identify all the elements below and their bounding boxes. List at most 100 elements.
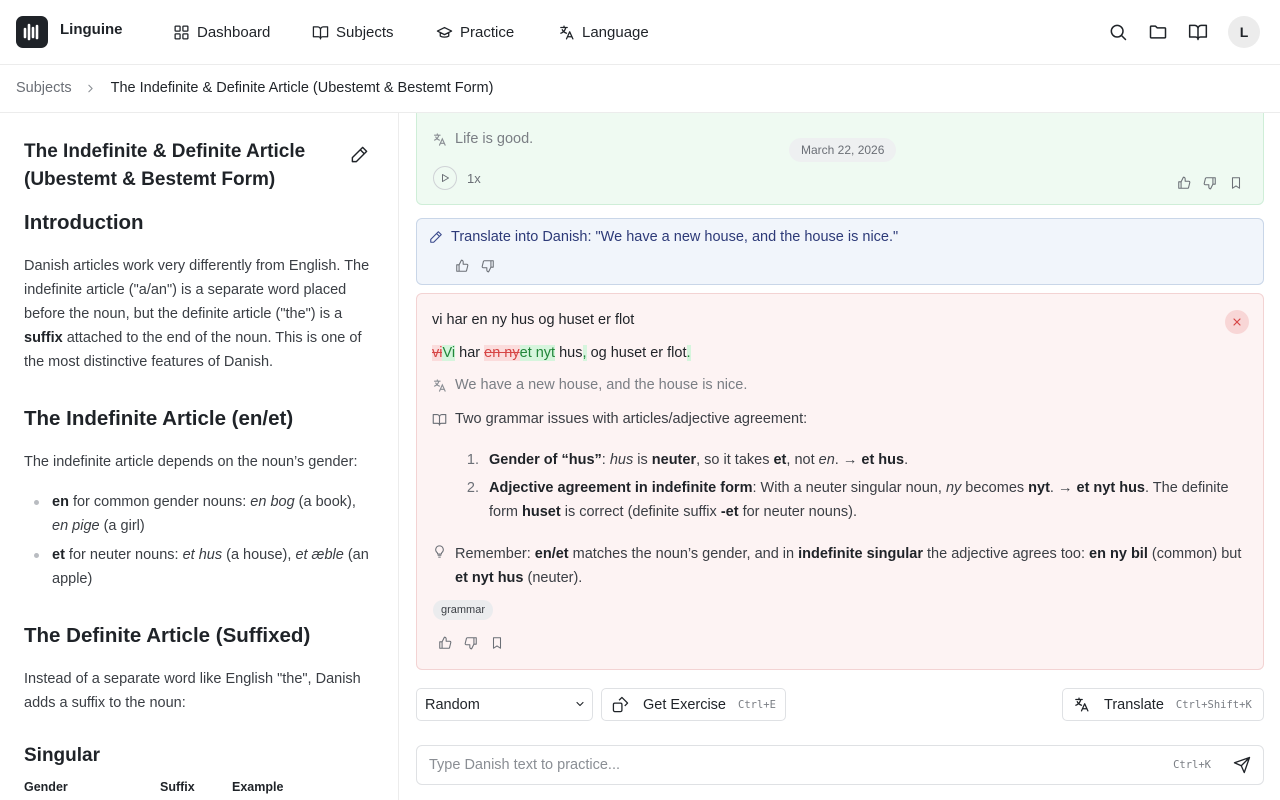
top-navigation-bar: Linguine Dashboard Subjects Practice Lan…: [0, 0, 1280, 65]
translation-text: We have a new house, and the house is ni…: [455, 377, 748, 393]
intro-bold: suffix: [24, 330, 63, 346]
nav-language[interactable]: Language: [558, 20, 649, 44]
get-exercise-button[interactable]: Get Exercise Ctrl+E: [601, 688, 786, 721]
diff-deletion: vi: [432, 345, 443, 361]
book-open-icon: [1188, 24, 1208, 41]
book-button[interactable]: [1186, 20, 1210, 44]
thumbs-up-icon[interactable]: [438, 636, 452, 650]
bookmark-icon[interactable]: [490, 636, 504, 650]
translate-label: Translate: [1104, 696, 1164, 713]
app-name: Linguine: [60, 21, 123, 38]
incorrect-badge[interactable]: [1225, 310, 1249, 334]
translation-row: Life is good.: [432, 131, 533, 147]
search-button[interactable]: [1106, 20, 1130, 44]
breadcrumb: Subjects The Indefinite & Definite Artic…: [16, 80, 493, 96]
send-icon: [1233, 756, 1251, 774]
previous-answer-card: Life is good. March 22, 2026 1x: [416, 113, 1264, 205]
diff-insertion: Vi: [442, 345, 456, 361]
indefinite-paragraph: The indefinite article depends on the no…: [24, 454, 358, 470]
breadcrumb-subjects-link[interactable]: Subjects: [16, 80, 72, 96]
breadcrumb-current: The Indefinite & Definite Article (Ubest…: [110, 80, 494, 96]
definite-paragraph: Instead of a separate word like English …: [24, 671, 361, 711]
table-header-gender: Gender: [24, 780, 68, 794]
nav-dashboard[interactable]: Dashboard: [173, 20, 270, 44]
tag-badge[interactable]: grammar: [433, 600, 494, 620]
lightbulb-icon: [435, 545, 444, 558]
play-button[interactable]: [433, 166, 457, 190]
indefinite-list: en for common gender nouns: en bog (a bo…: [24, 490, 376, 596]
list-item: et for neuter nouns: et hus (a house), e…: [24, 543, 376, 591]
summary-text: Two grammar issues with articles/adjecti…: [455, 411, 808, 427]
practice-controls: Random Get Exercise Ctrl+E Translate Ctr…: [400, 680, 1280, 800]
diff-text: hus: [555, 345, 583, 361]
play-icon: [442, 174, 449, 182]
shortcut-hint: Ctrl+Shift+K: [1175, 698, 1252, 711]
practice-feed[interactable]: Life is good. March 22, 2026 1x Translat…: [400, 113, 1280, 680]
nav-subjects[interactable]: Subjects: [312, 20, 394, 44]
languages-icon: [1075, 697, 1089, 712]
diff-insertion: .: [686, 345, 691, 361]
section-heading-introduction: Introduction: [24, 211, 144, 234]
translate-icon: [433, 378, 446, 392]
user-answer: vi har en ny hus og huset er flot: [432, 312, 635, 328]
languages-icon: [560, 24, 574, 40]
bookmark-icon[interactable]: [1229, 176, 1243, 190]
chevron-right-icon: [84, 82, 97, 95]
section-heading-indefinite: The Indefinite Article (en/et): [24, 407, 294, 430]
edit-lesson-button[interactable]: [350, 145, 370, 165]
issues-list: Gender of “hus”: hus is neuter, so it ta…: [463, 448, 1233, 528]
speed-toggle[interactable]: 1x: [467, 171, 481, 186]
send-button[interactable]: [1233, 756, 1251, 774]
list-item: Gender of “hus”: hus is neuter, so it ta…: [483, 448, 1233, 472]
pencil-icon: [430, 231, 442, 243]
diff-deletion: en ny: [484, 345, 520, 361]
audio-controls: 1x: [433, 166, 481, 190]
diff-text: og huset er flot: [586, 345, 687, 361]
date-badge: March 22, 2026: [789, 138, 897, 162]
thumbs-up-icon[interactable]: [1177, 176, 1191, 190]
intro-paragraph: Danish articles work very differently fr…: [24, 254, 376, 374]
user-avatar[interactable]: L: [1228, 16, 1260, 48]
list-item: Adjective agreement in indefinite form: …: [483, 476, 1233, 524]
lesson-panel[interactable]: The Indefinite & Definite Article (Ubest…: [0, 113, 399, 800]
translation-row: We have a new house, and the house is ni…: [432, 377, 747, 393]
thumbs-down-icon[interactable]: [1203, 176, 1217, 190]
nav-language-label: Language: [582, 23, 649, 41]
book-open-icon: [432, 413, 447, 426]
exercise-mode-select[interactable]: Random: [416, 688, 593, 721]
folder-button[interactable]: [1146, 20, 1170, 44]
explanation-summary: Two grammar issues with articles/adjecti…: [432, 411, 807, 427]
nav-subjects-label: Subjects: [336, 23, 394, 41]
practice-input[interactable]: Type Danish text to practice... Ctrl+K: [416, 745, 1264, 785]
shortcut-hint: Ctrl+K: [1173, 759, 1211, 771]
nav-practice-label: Practice: [460, 23, 515, 41]
translate-icon: [433, 132, 446, 146]
table-header-suffix: Suffix: [160, 780, 195, 794]
book-open-icon: [312, 25, 329, 40]
remember-tip: Remember: en/et matches the noun’s gende…: [432, 542, 1242, 590]
feedback-row: [455, 259, 495, 273]
logo-icon: [23, 23, 39, 41]
section-heading-singular: Singular: [24, 745, 101, 766]
intro-text: Danish articles work very differently fr…: [24, 258, 370, 322]
app-logo[interactable]: [16, 16, 48, 48]
close-icon: [1233, 318, 1241, 326]
lesson-title: The Indefinite & Definite Article (Ubest…: [24, 141, 306, 190]
prompt-text: Translate into Danish: "We have a new ho…: [451, 229, 899, 245]
translation-text: Life is good.: [455, 131, 534, 147]
thumbs-up-icon[interactable]: [455, 259, 469, 273]
translate-button[interactable]: Translate Ctrl+Shift+K: [1062, 688, 1264, 721]
nav-practice[interactable]: Practice: [436, 20, 514, 44]
input-placeholder: Type Danish text to practice...: [429, 757, 621, 773]
section-heading-definite: The Definite Article (Suffixed): [24, 624, 311, 647]
get-exercise-label: Get Exercise: [643, 696, 726, 713]
thumbs-down-icon[interactable]: [481, 259, 495, 273]
thumbs-down-icon[interactable]: [464, 636, 478, 650]
exercise-mode-value: Random: [425, 696, 480, 713]
graduation-cap-icon: [436, 26, 453, 38]
shortcut-hint: Ctrl+E: [738, 698, 776, 711]
feedback-row: [438, 636, 504, 650]
prompt-row: Translate into Danish: "We have a new ho…: [429, 229, 898, 245]
list-item: en for common gender nouns: en bog (a bo…: [24, 490, 376, 538]
search-icon: [1110, 24, 1127, 41]
